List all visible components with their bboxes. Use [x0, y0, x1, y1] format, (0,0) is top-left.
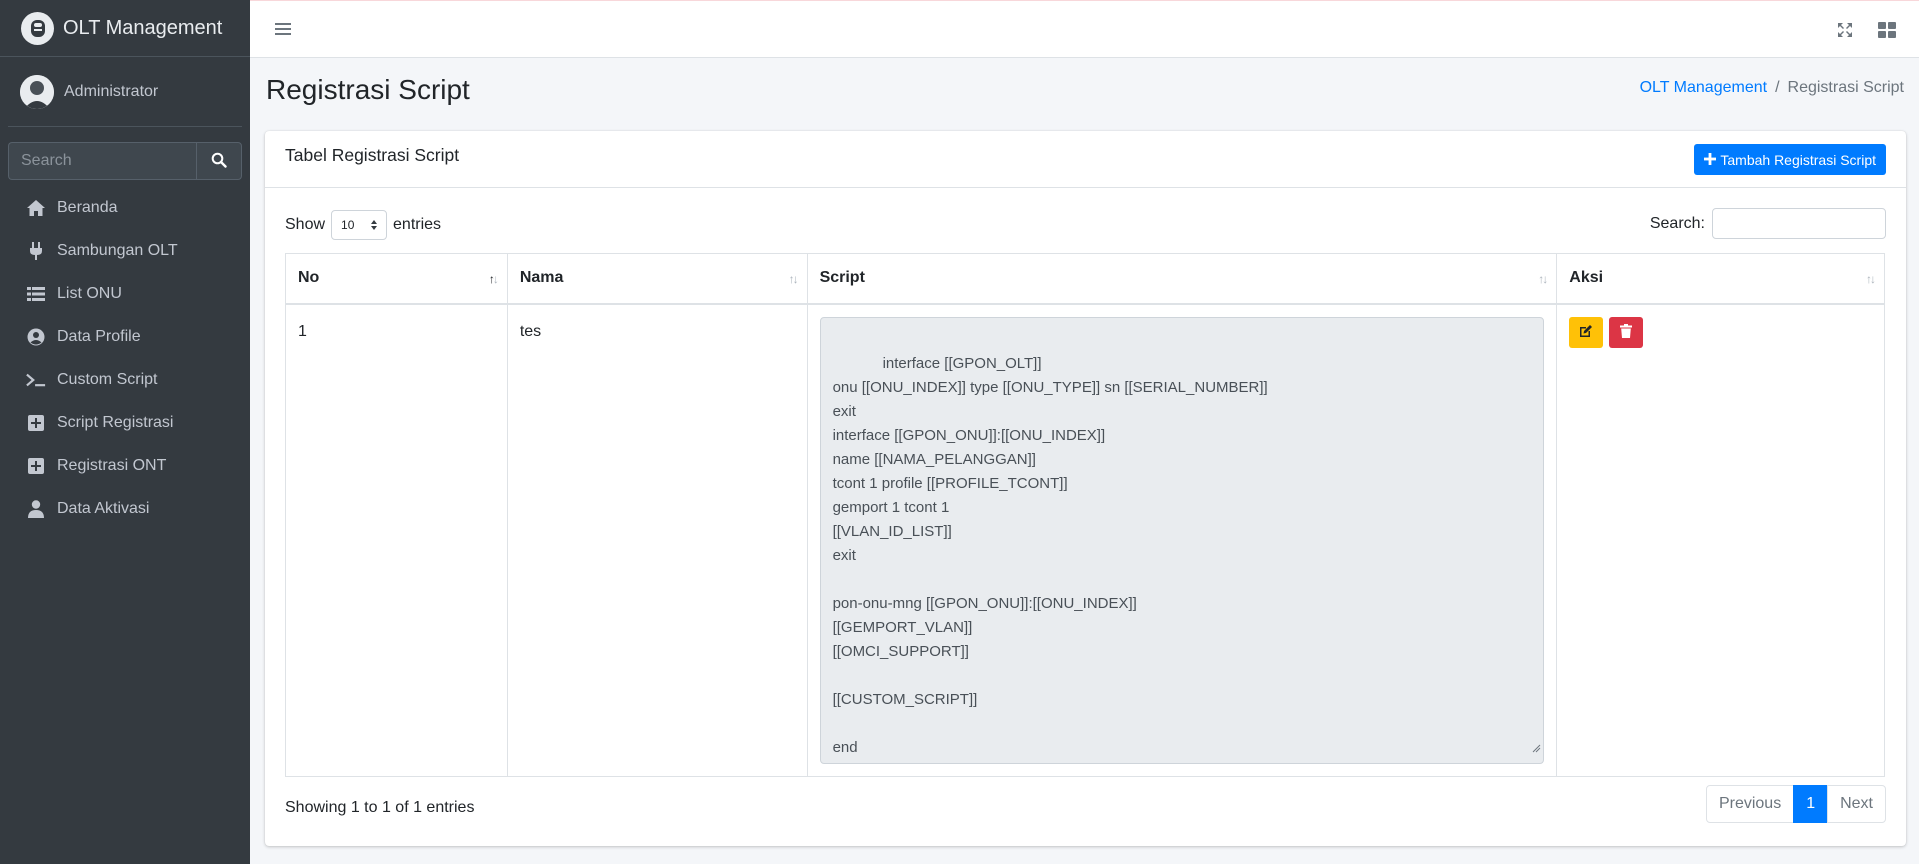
sort-icon: ↑↓ [788, 272, 799, 286]
entries-length: Show 10 entries [285, 210, 441, 240]
sort-icon: ↑↓ [1538, 272, 1548, 286]
entries-label: entries [393, 216, 442, 233]
sidebar-item-label: Script Registrasi [57, 413, 174, 431]
brand-link[interactable]: OLT Management [0, 0, 250, 57]
list-icon [26, 284, 46, 304]
script-table-card: Tabel Registrasi Script Tambah Registras… [265, 131, 1906, 846]
user-circle-icon [26, 327, 46, 347]
breadcrumb-separator: / [1775, 79, 1780, 96]
column-header-label: Aksi [1569, 269, 1604, 287]
table-search: Search: [1650, 208, 1886, 239]
column-header-aksi[interactable]: Aksi ↑↓ [1556, 253, 1885, 305]
sidebar-item-script-registrasi[interactable]: Script Registrasi [8, 401, 242, 444]
brand-text: OLT Management [63, 16, 223, 39]
plus-icon [1704, 152, 1717, 168]
terminal-icon [26, 370, 46, 390]
sidebar-item-custom-script[interactable]: Custom Script [8, 358, 242, 401]
pagination: Previous 1 Next [1705, 785, 1886, 823]
search-label: Search: [1649, 214, 1705, 232]
entries-select-value: 10 [341, 218, 355, 232]
script-table: No ↑↓ Nama ↑↓ Script ↑↓ Aksi ↑↓ 1 tes interf… [285, 253, 1885, 777]
page-title: Registrasi Script [266, 74, 470, 105]
sidebar-item-label: Sambungan OLT [57, 241, 178, 259]
brand-logo-icon [21, 11, 54, 45]
sort-icon: ↑↓ [1866, 272, 1876, 286]
table-search-input[interactable] [1712, 208, 1886, 239]
delete-button[interactable] [1608, 316, 1643, 348]
previous-page-button[interactable]: Previous [1705, 785, 1795, 823]
next-page-button[interactable]: Next [1827, 785, 1886, 823]
sidebar-item-registrasi-ont[interactable]: Registrasi ONT [8, 444, 242, 487]
sidebar: OLT Management Administrator Beranda Sam… [0, 0, 250, 864]
user-panel[interactable]: Administrator [8, 57, 242, 127]
search-icon [211, 152, 227, 171]
plus-square-icon [26, 456, 46, 476]
user-name: Administrator [64, 82, 159, 100]
resize-handle-icon[interactable] [1532, 737, 1541, 761]
table-header-row: No ↑↓ Nama ↑↓ Script ↑↓ Aksi ↑↓ [285, 253, 1885, 305]
top-navbar [250, 0, 1919, 58]
column-header-label: Script [819, 269, 865, 287]
sidebar-item-list-onu[interactable]: List ONU [8, 272, 242, 315]
entries-select[interactable]: 10 [331, 210, 388, 240]
table-info: Showing 1 to 1 of 1 entries [285, 799, 475, 816]
cell-no: 1 [285, 303, 508, 777]
fullscreen-icon[interactable] [1835, 20, 1855, 40]
sidebar-item-label: Beranda [57, 198, 118, 216]
sidebar-search-input[interactable] [8, 142, 196, 180]
select-arrows-icon [370, 219, 378, 234]
sort-ascending-icon: ↑↓ [488, 272, 499, 286]
card-title: Tabel Registrasi Script [285, 145, 460, 165]
edit-button[interactable] [1569, 316, 1604, 348]
cell-aksi [1556, 303, 1885, 777]
sidebar-item-sambungan-olt[interactable]: Sambungan OLT [8, 229, 242, 272]
add-button-label: Tambah Registrasi Script [1720, 151, 1876, 168]
column-header-nama[interactable]: Nama ↑↓ [506, 253, 808, 305]
edit-icon [1579, 324, 1593, 341]
cell-nama: tes [506, 303, 808, 777]
plus-square-icon [26, 413, 46, 433]
sidebar-item-label: List ONU [57, 284, 122, 302]
sidebar-item-label: Data Aktivasi [57, 499, 150, 517]
menu-toggle-icon[interactable] [273, 19, 293, 39]
breadcrumb-home-link[interactable]: OLT Management [1640, 79, 1767, 97]
plug-icon [26, 241, 46, 261]
sidebar-item-label: Custom Script [57, 370, 158, 388]
column-header-script[interactable]: Script ↑↓ [806, 253, 1558, 305]
user-icon [26, 499, 46, 519]
sidebar-item-data-profile[interactable]: Data Profile [8, 315, 242, 358]
sidebar-item-data-aktivasi[interactable]: Data Aktivasi [8, 487, 242, 530]
home-icon [26, 198, 46, 218]
sidebar-item-beranda[interactable]: Beranda [8, 186, 242, 229]
trash-icon [1619, 323, 1632, 341]
column-header-no[interactable]: No ↑↓ [285, 253, 508, 305]
cell-script: interface [[GPON_OLT]] onu [[ONU_INDEX]]… [806, 303, 1558, 777]
column-header-label: Nama [519, 269, 564, 287]
sidebar-search-button[interactable] [196, 142, 242, 180]
show-label: Show [285, 216, 326, 233]
column-header-label: No [298, 269, 320, 287]
avatar [20, 74, 54, 109]
sidebar-item-label: Data Profile [57, 327, 141, 345]
card-header: Tabel Registrasi Script Tambah Registras… [265, 131, 1906, 188]
sidebar-nav: Beranda Sambungan OLT List ONU Data Prof… [8, 186, 242, 530]
add-registration-script-button[interactable]: Tambah Registrasi Script [1694, 144, 1886, 175]
script-textarea[interactable]: interface [[GPON_OLT]] onu [[ONU_INDEX]]… [819, 316, 1545, 764]
breadcrumb: OLT Management / Registrasi Script [1640, 79, 1904, 97]
sidebar-search [8, 142, 242, 180]
page-button-1[interactable]: 1 [1793, 785, 1829, 823]
breadcrumb-current: Registrasi Script [1787, 79, 1904, 96]
script-text: interface [[GPON_OLT]] onu [[ONU_INDEX]]… [832, 354, 1268, 756]
table-row: 1 tes interface [[GPON_OLT]] onu [[ONU_I… [285, 303, 1885, 777]
sidebar-item-label: Registrasi ONT [57, 456, 167, 474]
widgets-icon[interactable] [1877, 20, 1897, 40]
